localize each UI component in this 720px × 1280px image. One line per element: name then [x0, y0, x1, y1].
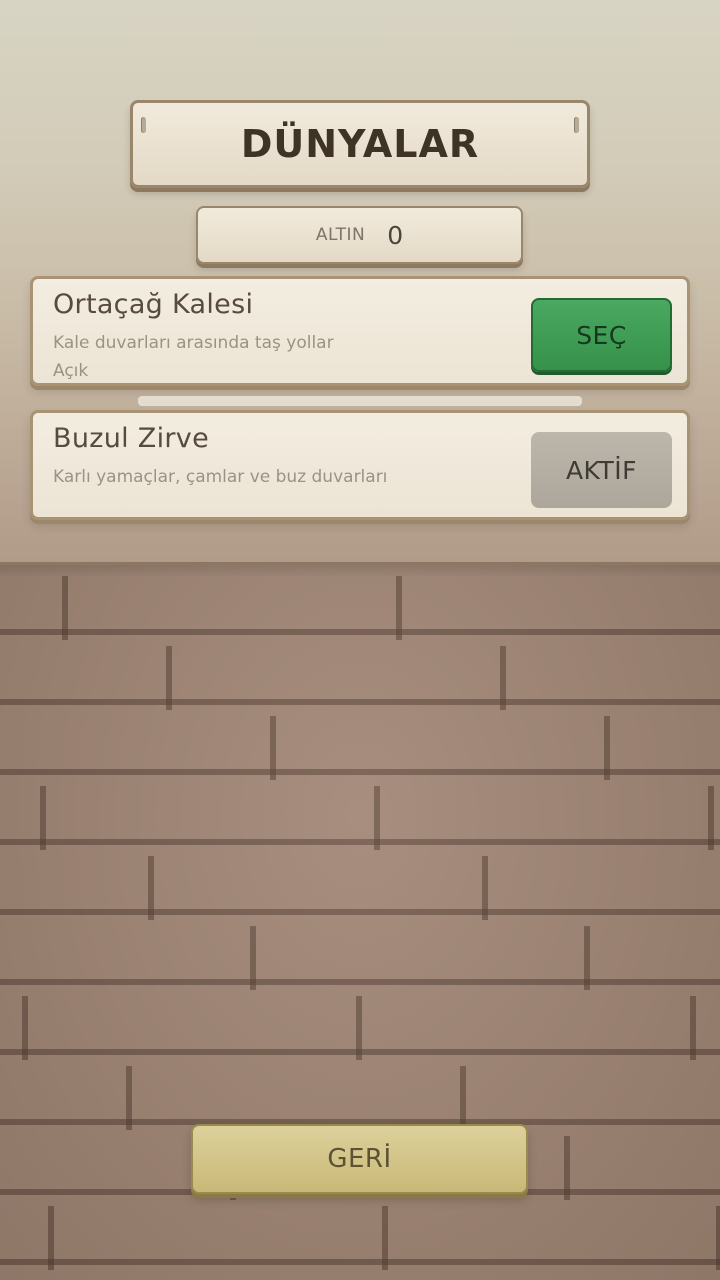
- brick-joint: [564, 1136, 570, 1200]
- brick-joint: [250, 926, 256, 990]
- brick-joint: [396, 576, 402, 640]
- brick-joint: [356, 996, 362, 1060]
- world-name: Ortaçağ Kalesi: [53, 289, 254, 320]
- gold-label: ALTIN: [315, 225, 366, 245]
- gold-counter: ALTIN 0: [196, 206, 523, 264]
- back-button[interactable]: GERİ: [191, 1124, 528, 1194]
- world-description: Karlı yamaçlar, çamlar ve buz duvarları: [53, 467, 388, 487]
- brick-joint: [40, 786, 46, 850]
- brick-joint: [48, 1206, 54, 1270]
- brick-joint: [126, 1066, 132, 1130]
- brick-joint: [482, 856, 488, 920]
- brick-joint: [584, 926, 590, 990]
- world-card-ortacag-kalesi: Ortaçağ Kalesi Kale duvarları arasında t…: [30, 276, 690, 386]
- world-card-buzul-zirve: Buzul Zirve Karlı yamaçlar, çamlar ve bu…: [30, 410, 690, 520]
- select-world-button[interactable]: SEÇ: [531, 298, 672, 372]
- page-title: DÜNYALAR: [240, 122, 480, 166]
- brick-joint: [270, 716, 276, 780]
- brick-joint: [148, 856, 154, 920]
- brick-joint: [22, 996, 28, 1060]
- brick-joint: [690, 996, 696, 1060]
- brick-joint: [374, 786, 380, 850]
- brick-joint: [382, 1206, 388, 1270]
- wall-top-ledge: [0, 562, 720, 576]
- brick-joint: [708, 786, 714, 850]
- world-description: Kale duvarları arasında taş yollar: [53, 333, 334, 353]
- brick-joint: [500, 646, 506, 710]
- right-peg-icon: [574, 117, 579, 133]
- left-peg-icon: [141, 117, 146, 133]
- world-name: Buzul Zirve: [53, 423, 209, 454]
- brick-joint: [716, 1206, 720, 1270]
- card-divider: [138, 396, 582, 406]
- world-status: Açık: [53, 361, 89, 381]
- brick-joint: [62, 576, 68, 640]
- brick-joint: [166, 646, 172, 710]
- gold-value: 0: [387, 220, 404, 250]
- active-world-button[interactable]: AKTİF: [531, 432, 672, 508]
- title-plank: DÜNYALAR: [130, 100, 590, 188]
- brick-joint: [604, 716, 610, 780]
- brick-joint: [460, 1066, 466, 1130]
